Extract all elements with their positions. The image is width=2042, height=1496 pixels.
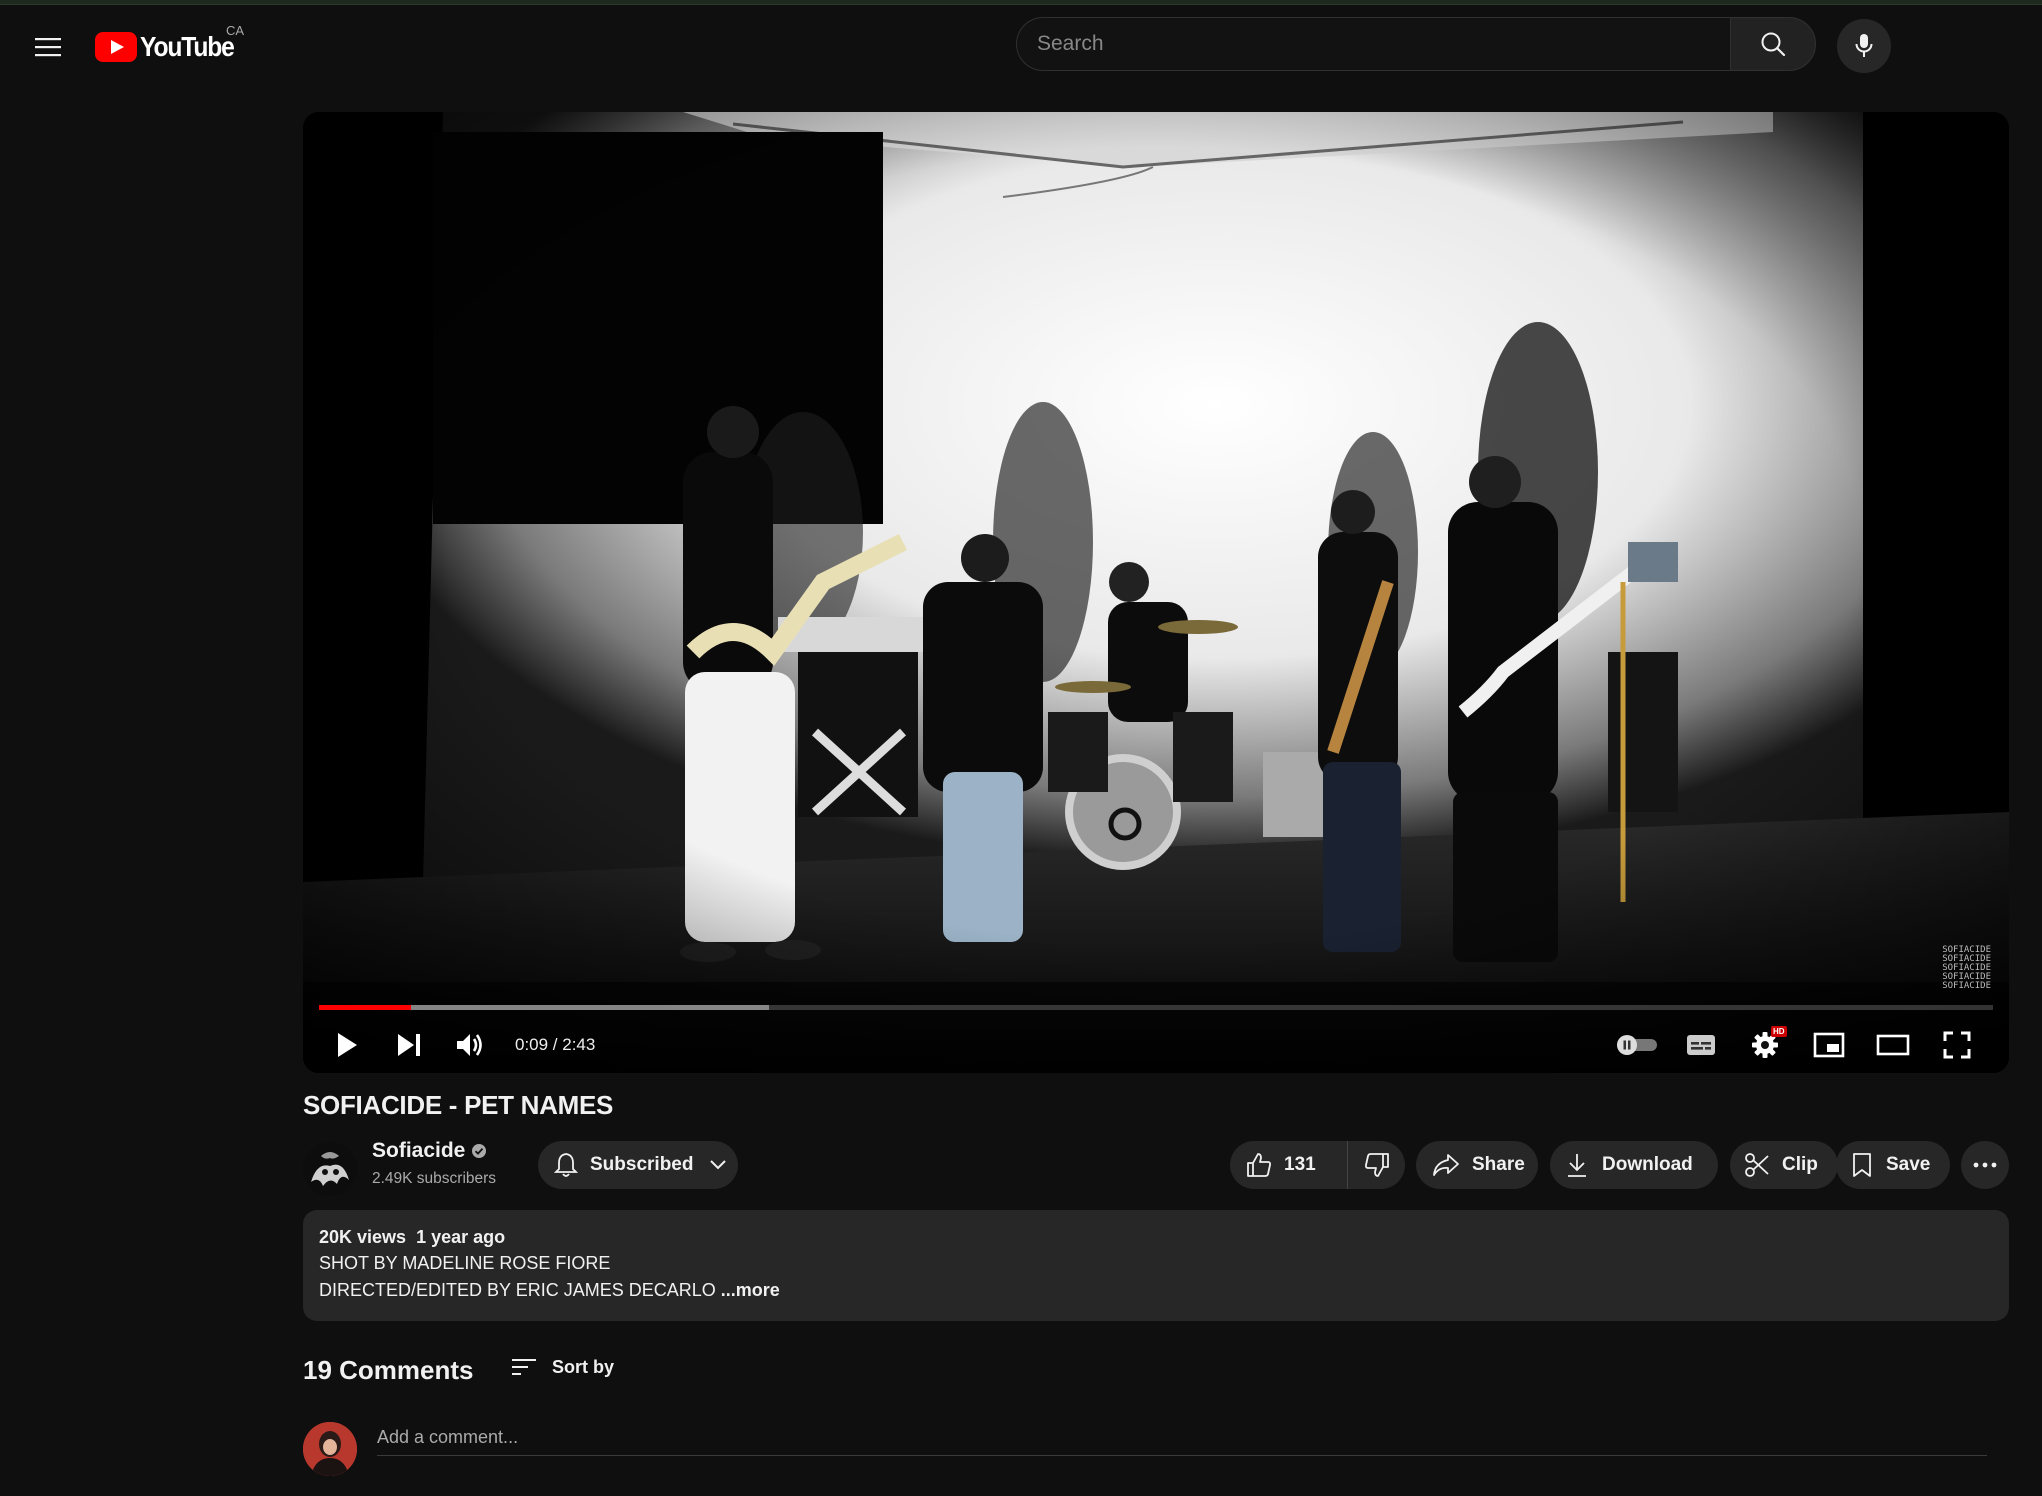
masthead: YouTube CA (0, 5, 2042, 83)
channel-avatar-image (303, 1142, 357, 1196)
clip-label: Clip (1782, 1154, 1818, 1175)
description-line-2-wrap: DIRECTED/EDITED BY ERIC JAMES DECARLO ..… (319, 1277, 1993, 1304)
voice-search-button[interactable] (1837, 19, 1891, 73)
video-frame[interactable] (303, 112, 2009, 1073)
share-label: Share (1472, 1154, 1525, 1175)
save-button[interactable]: Save (1836, 1141, 1950, 1189)
description-meta: 20K views 1 year ago (319, 1224, 1993, 1250)
more-actions-button[interactable] (1961, 1141, 2009, 1189)
save-label: Save (1886, 1154, 1931, 1175)
user-avatar-image (303, 1422, 357, 1476)
microphone-icon (1855, 34, 1873, 57)
settings-button[interactable]: HD (1741, 1017, 1789, 1073)
like-count: 131 (1284, 1154, 1316, 1175)
scissors-icon (1745, 1153, 1769, 1177)
sort-comments-button[interactable]: Sort by (512, 1352, 614, 1382)
country-code: CA (226, 23, 245, 38)
sort-label: Sort by (552, 1356, 615, 1377)
video-watermark: SOFIACIDE SOFIACIDE SOFIACIDE SOFIACIDE … (1942, 945, 1991, 991)
comments-count: 19 Comments (303, 1355, 474, 1385)
subtitles-button[interactable] (1677, 1017, 1725, 1073)
time-display: 0:09 / 2:43 (515, 1035, 596, 1054)
search-input[interactable] (1016, 17, 1730, 71)
bell-icon (554, 1153, 578, 1177)
share-button[interactable]: Share (1416, 1141, 1538, 1189)
channel-name: Sofiacide (372, 1139, 466, 1162)
share-icon (1433, 1154, 1459, 1176)
theater-mode-button[interactable] (1869, 1017, 1917, 1073)
clip-button[interactable]: Clip (1730, 1141, 1838, 1189)
play-icon (338, 1033, 357, 1057)
player-controls: 0:09 / 2:43 HD (303, 1017, 2009, 1073)
like-button[interactable]: 131 (1230, 1141, 1348, 1189)
subtitles-icon (1687, 1035, 1715, 1055)
hamburger-menu-icon (35, 38, 61, 57)
hd-badge: HD (1771, 1026, 1787, 1037)
search-button[interactable] (1730, 17, 1816, 71)
sort-icon (512, 1359, 536, 1375)
thumbs-down-icon (1364, 1153, 1389, 1177)
add-comment-input[interactable] (377, 1420, 1987, 1456)
next-track-icon (398, 1034, 420, 1056)
thumbs-up-icon (1247, 1153, 1271, 1177)
download-icon (1568, 1154, 1586, 1177)
theater-mode-icon (1876, 1034, 1910, 1056)
miniplayer-icon (1813, 1032, 1845, 1058)
mute-button[interactable] (447, 1017, 495, 1073)
like-dislike-group: 131 (1230, 1141, 1405, 1189)
user-avatar[interactable] (303, 1422, 357, 1476)
download-label: Download (1602, 1154, 1693, 1175)
show-more-link[interactable]: ...more (721, 1280, 780, 1300)
view-count: 20K views (319, 1227, 407, 1247)
description-box[interactable]: 20K views 1 year ago SHOT BY MADELINE ROS… (303, 1210, 2009, 1321)
youtube-logo[interactable]: YouTube (95, 27, 247, 67)
youtube-play-logo-icon (95, 32, 137, 62)
description-line-1: SHOT BY MADELINE ROSE FIORE (319, 1253, 611, 1273)
search-box (1016, 17, 1816, 71)
subscribed-label: Subscribed (590, 1154, 694, 1175)
fullscreen-button[interactable] (1933, 1017, 1981, 1073)
autoplay-toggle-icon (1617, 1035, 1657, 1055)
channel-avatar[interactable] (303, 1142, 357, 1196)
upload-age: 1 year ago (416, 1227, 506, 1247)
fullscreen-icon (1943, 1031, 1971, 1059)
autoplay-toggle[interactable] (1613, 1017, 1661, 1073)
download-button[interactable]: Download (1550, 1141, 1718, 1189)
subscribed-button[interactable]: Subscribed (538, 1141, 738, 1189)
volume-icon (457, 1034, 482, 1056)
bookmark-icon (1853, 1153, 1871, 1177)
logo-wordmark: YouTube (140, 31, 235, 62)
description-line-2: DIRECTED/EDITED BY ERIC JAMES DECARLO (319, 1280, 716, 1300)
chevron-down-icon (710, 1160, 727, 1170)
dislike-button[interactable] (1348, 1141, 1405, 1189)
next-button[interactable] (385, 1017, 433, 1073)
verified-badge-icon (472, 1144, 487, 1158)
play-button[interactable] (323, 1017, 371, 1073)
video-title: SOFIACIDE - PET NAMES (303, 1090, 614, 1120)
miniplayer-button[interactable] (1805, 1017, 1853, 1073)
guide-menu-button[interactable] (24, 23, 72, 71)
progress-played (319, 1005, 412, 1010)
subscriber-count: 2.49K subscribers (372, 1170, 497, 1187)
more-horizontal-icon (1973, 1162, 1997, 1168)
video-player[interactable]: SOFIACIDE SOFIACIDE SOFIACIDE SOFIACIDE … (303, 112, 2009, 1073)
channel-name-link[interactable]: Sofiacide (372, 1139, 487, 1163)
progress-bar[interactable] (319, 1005, 1993, 1010)
search-icon (1761, 32, 1786, 57)
